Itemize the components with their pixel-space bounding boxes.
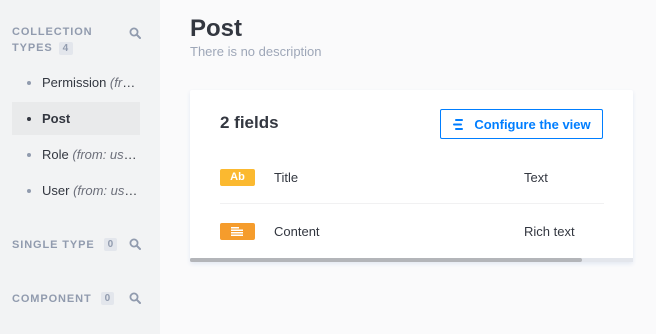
sidebar-item-source: (from: users-permissions): [109, 75, 140, 90]
sidebar-item-label: User: [42, 183, 70, 198]
field-type: Rich text: [524, 224, 575, 239]
search-icon[interactable]: [129, 238, 141, 250]
components-count-badge: 0: [100, 292, 115, 305]
collection-types-header: COLLECTION TYPES 4: [12, 24, 93, 56]
sidebar-item-source: (from: users-permissions): [73, 183, 140, 198]
sidebar-item-post[interactable]: Post: [12, 102, 140, 135]
bullet-icon: [27, 80, 31, 85]
configure-view-button[interactable]: Configure the view: [440, 109, 603, 139]
bullet-icon: [27, 152, 31, 157]
fields-card: 2 fields Configure the view Ab Title Tex…: [190, 90, 633, 262]
scrollbar-thumb[interactable]: [190, 258, 582, 262]
field-type: Text: [524, 169, 548, 185]
sidebar-item-label: Permission: [42, 75, 107, 90]
collection-types-count-badge: 4: [58, 41, 74, 55]
field-row-title[interactable]: Ab Title Text: [220, 151, 604, 204]
single-types-header: SINGLE TYPE 0: [12, 237, 118, 253]
single-types-title: SINGLE TYPE: [12, 239, 95, 251]
fields-count-title: 2 fields: [220, 113, 279, 132]
collection-types-title-1: COLLECTION: [12, 26, 93, 38]
configure-view-label: Configure the view: [474, 116, 591, 132]
sidebar-item-label: Post: [42, 111, 71, 126]
rich-text-icon: [220, 223, 255, 240]
horizontal-scrollbar[interactable]: [190, 258, 633, 262]
sidebar-item-user[interactable]: User (from: users-permissions): [12, 174, 140, 207]
text-icon: Ab: [220, 168, 255, 186]
bullet-icon: [27, 116, 31, 121]
sidebar-item-source: (from: users-permissions): [72, 147, 140, 162]
list-settings-icon: [453, 118, 464, 130]
search-icon[interactable]: [129, 27, 141, 39]
page-description: There is no description: [190, 44, 322, 59]
bullet-icon: [27, 188, 31, 193]
field-name: Content: [274, 224, 320, 239]
components-header: COMPONENT 0: [12, 291, 115, 307]
field-row-content[interactable]: Content Rich text: [220, 205, 604, 258]
single-types-count-badge: 0: [103, 238, 118, 251]
page-title: Post: [190, 15, 243, 42]
search-icon[interactable]: [129, 292, 141, 304]
field-name: Title: [274, 169, 299, 185]
components-title: COMPONENT: [12, 293, 92, 305]
sidebar-item-role[interactable]: Role (from: users-permissions): [12, 138, 140, 171]
sidebar: COLLECTION TYPES 4 Permission (from: user…: [0, 0, 160, 334]
sidebar-item-permission[interactable]: Permission (from: users-permissions): [12, 66, 140, 99]
sidebar-item-label: Role: [42, 147, 69, 162]
collection-types-title-2: TYPES: [12, 42, 53, 54]
